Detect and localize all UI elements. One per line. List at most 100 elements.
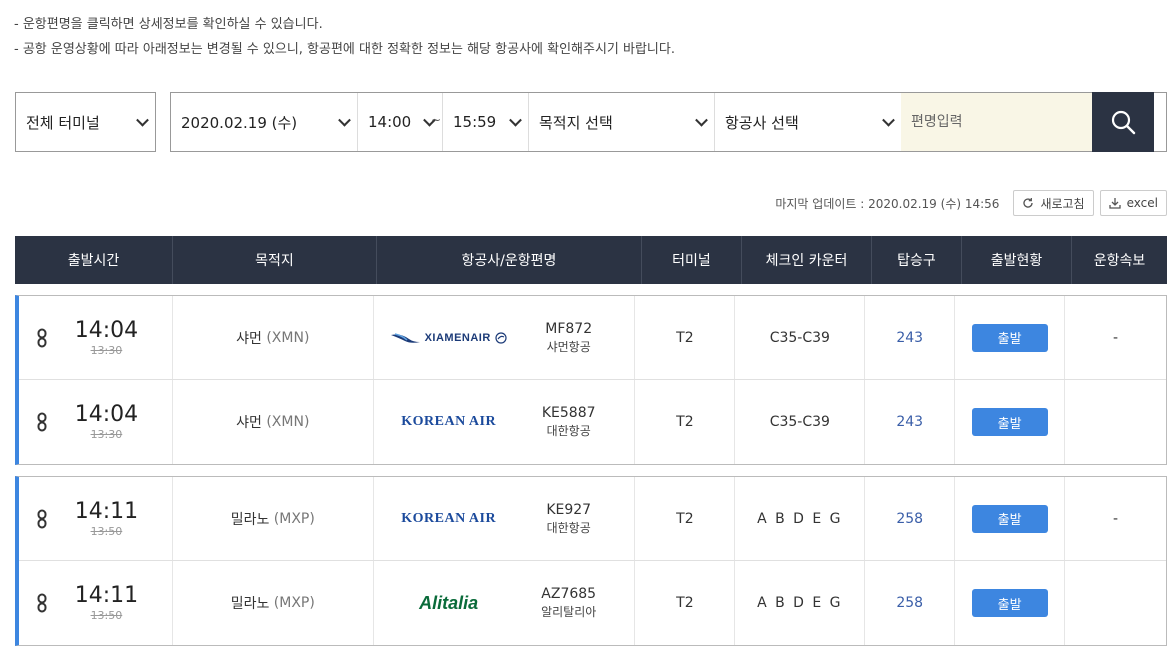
- status-badge[interactable]: 출발: [971, 408, 1048, 436]
- notice-line-2: - 공항 운영상황에 따라 아래정보는 변경될 수 있으니, 항공편에 대한 정…: [14, 42, 675, 57]
- excel-label: excel: [1126, 196, 1158, 210]
- scheduled-time: 13:30: [90, 343, 123, 357]
- time-from-value: 14:00: [368, 113, 412, 131]
- header-terminal[interactable]: 터미널: [642, 236, 742, 284]
- destination-select-value: 목적지 선택: [539, 113, 613, 132]
- airline-name: 알리탈리아: [541, 605, 597, 619]
- flight-news-cell: -: [1113, 510, 1119, 527]
- header-flight-news[interactable]: 운항속보: [1072, 236, 1167, 284]
- airline-logo: KOREAN AIR: [401, 414, 497, 429]
- destination-cell: 밀라노 (MXP): [173, 477, 374, 560]
- airline-name: 대한항공: [546, 520, 591, 535]
- header-airline-flight[interactable]: 항공사/운항편명: [377, 236, 642, 284]
- refresh-button[interactable]: 새로고침: [1013, 190, 1094, 216]
- actual-time: 14:04: [74, 402, 139, 427]
- destination-code: (XMN): [266, 329, 310, 346]
- status-badge[interactable]: 출발: [971, 504, 1048, 533]
- destination-name: 샤먼: [236, 330, 262, 347]
- chevron-down-icon: [509, 113, 522, 127]
- flight-number-input[interactable]: [901, 93, 1092, 151]
- destination-name: 밀라노: [230, 596, 270, 612]
- time-to-select[interactable]: 15:59: [443, 93, 529, 151]
- scheduled-time: 13:50: [90, 609, 123, 622]
- airline-logo: Alitalia: [419, 592, 479, 613]
- header-departure-time[interactable]: 출발시간: [15, 236, 173, 284]
- status-cell: 출발: [955, 380, 1066, 464]
- header-status[interactable]: 출발현황: [962, 236, 1072, 284]
- destination-name: 밀라노: [230, 511, 270, 528]
- date-select-value: 2020.02.19 (수): [181, 113, 298, 132]
- destination-name: 샤먼: [236, 415, 262, 431]
- airline-name: 샤먼항공: [546, 339, 591, 354]
- chevron-down-icon: [695, 113, 708, 127]
- destination-code: (XMN): [266, 414, 310, 430]
- codeshare-link-icon: [37, 412, 47, 432]
- airline-name: 대한항공: [546, 424, 591, 438]
- status-badge[interactable]: 출발: [971, 323, 1048, 352]
- destination-cell: 밀라노 (MXP): [173, 561, 374, 645]
- chevron-down-icon: [882, 113, 895, 127]
- download-icon: [1108, 198, 1121, 209]
- actual-time: 14:04: [74, 317, 139, 343]
- update-bar: 마지막 업데이트 : 2020.02.19 (수) 14:56 새로고침 exc…: [775, 190, 1167, 216]
- scheduled-time: 13:50: [90, 524, 123, 538]
- gate-cell: 243: [865, 380, 956, 464]
- notice-line-1: - 운항편명을 클릭하면 상세정보를 확인하실 수 있습니다.: [14, 17, 323, 32]
- header-destination[interactable]: 목적지: [173, 236, 377, 284]
- airline-cell: KOREAN AIR KE5887 대한항공: [374, 380, 636, 464]
- gate-cell: 258: [865, 477, 956, 560]
- status-cell: 출발: [955, 561, 1066, 645]
- codeshare-link-icon: [37, 593, 47, 613]
- codeshare-link-icon: [37, 509, 47, 528]
- search-icon: [1111, 110, 1136, 135]
- xiamenair-egret-icon: [390, 332, 420, 343]
- flight-news-cell: [1065, 561, 1166, 645]
- chevron-down-icon: [338, 113, 351, 127]
- actual-time: 14:11: [74, 583, 139, 608]
- excel-download-button[interactable]: excel: [1099, 190, 1167, 216]
- last-update-text: 마지막 업데이트 : 2020.02.19 (수) 14:56: [775, 196, 1000, 211]
- search-button[interactable]: [1092, 92, 1154, 152]
- flight-news-cell: -: [1113, 329, 1119, 346]
- flight-group: 14:04 13:30 샤먼 (XMN) XIAMENAIR MF872 샤먼항…: [15, 295, 1167, 465]
- status-cell: 출발: [955, 477, 1066, 560]
- table-row[interactable]: 14:04 13:30 샤먼 (XMN) KOREAN AIR KE5887 대…: [19, 380, 1166, 464]
- airline-select[interactable]: 항공사 선택: [715, 93, 901, 151]
- departure-time-cell: 14:04 13:30: [19, 296, 173, 379]
- flight-number-link[interactable]: KE5887: [524, 404, 614, 422]
- date-select[interactable]: 2020.02.19 (수): [171, 93, 358, 151]
- header-checkin-counter[interactable]: 체크인 카운터: [742, 236, 872, 284]
- search-filter-bar: 2020.02.19 (수) 14:00 ~ 15:59 목적지 선택 항공사 …: [170, 92, 1167, 152]
- terminal-cell: T2: [635, 561, 736, 645]
- terminal-filter[interactable]: 전체 터미널: [15, 92, 156, 152]
- header-gate[interactable]: 탑승구: [872, 236, 962, 284]
- terminal-select[interactable]: 전체 터미널: [16, 93, 155, 151]
- terminal-cell: T2: [635, 477, 736, 560]
- checkin-counter-cell: A B D E G: [735, 477, 866, 560]
- destination-cell: 샤먼 (XMN): [173, 296, 374, 379]
- flight-number-link[interactable]: MF872: [524, 320, 614, 338]
- table-row[interactable]: 14:11 13:50 밀라노 (MXP) Alitalia AZ7685 알리…: [19, 561, 1166, 645]
- xiamenair-emblem-icon: [495, 331, 507, 344]
- refresh-icon: [1023, 198, 1034, 208]
- table-row[interactable]: 14:04 13:30 샤먼 (XMN) XIAMENAIR MF872 샤먼항…: [19, 296, 1166, 380]
- departure-time-cell: 14:11 13:50: [19, 561, 173, 645]
- destination-code: (MXP): [273, 595, 315, 611]
- actual-time: 14:11: [74, 498, 139, 524]
- flight-number-link[interactable]: KE927: [524, 501, 614, 519]
- terminal-cell: T2: [635, 296, 736, 379]
- terminal-select-value: 전체 터미널: [26, 113, 100, 132]
- time-to-value: 15:59: [453, 113, 497, 131]
- notice: - 운항편명을 클릭하면 상세정보를 확인하실 수 있습니다. - 공항 운영상…: [14, 12, 675, 62]
- destination-select[interactable]: 목적지 선택: [529, 93, 715, 151]
- flight-number-link[interactable]: AZ7685: [524, 585, 614, 603]
- flight-group: 14:11 13:50 밀라노 (MXP) KOREAN AIR KE927 대…: [15, 476, 1167, 646]
- destination-code: (MXP): [273, 510, 315, 527]
- airline-logo: XIAMENAIR: [374, 331, 524, 345]
- gate-cell: 243: [865, 296, 956, 379]
- checkin-counter-cell: A B D E G: [735, 561, 866, 645]
- table-row[interactable]: 14:11 13:50 밀라노 (MXP) KOREAN AIR KE927 대…: [19, 477, 1166, 561]
- flight-news-cell: [1065, 380, 1166, 464]
- status-badge[interactable]: 출발: [971, 589, 1048, 617]
- gate-cell: 258: [865, 561, 956, 645]
